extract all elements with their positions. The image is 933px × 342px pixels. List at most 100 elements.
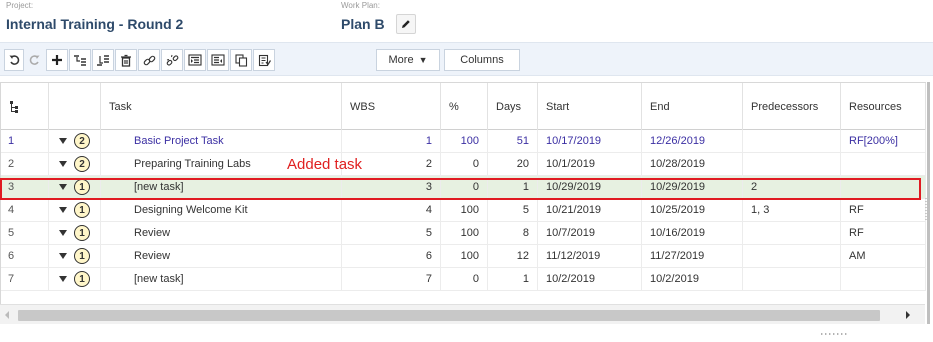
end-date-cell[interactable]: 10/16/2019	[642, 222, 743, 244]
percent-cell[interactable]: 0	[441, 268, 488, 290]
end-date-cell[interactable]: 10/2/2019	[642, 268, 743, 290]
percent-cell[interactable]: 100	[441, 222, 488, 244]
task-name-cell[interactable]: [new task]	[101, 268, 342, 290]
columns-label: Columns	[460, 54, 504, 66]
expand-arrow-icon[interactable]	[59, 138, 67, 144]
undo-icon	[9, 55, 20, 65]
hierarchy-header[interactable]	[1, 83, 49, 130]
predecessors-cell[interactable]	[743, 268, 841, 290]
percent-cell[interactable]: 100	[441, 199, 488, 221]
wbs-cell[interactable]: 7	[342, 268, 441, 290]
days-cell[interactable]: 20	[488, 153, 538, 175]
unlink-button[interactable]	[161, 49, 183, 71]
hierarchy-icon	[10, 100, 18, 113]
vertical-scrollbar[interactable]	[927, 82, 930, 324]
percent-cell[interactable]: 100	[441, 130, 488, 152]
table-row[interactable]: 4 4 100 5 10/21/2019 10/25/2019 1, 3 RF 1 Designi…	[1, 199, 926, 222]
task-name-cell[interactable]: Review	[101, 222, 342, 244]
days-cell[interactable]: 1	[488, 268, 538, 290]
start-date-cell[interactable]: 10/21/2019	[538, 199, 642, 221]
expand-arrow-icon[interactable]	[59, 253, 67, 259]
predecessors-cell[interactable]	[743, 130, 841, 152]
table-row[interactable]: 2 2 0 20 10/1/2019 10/28/2019 2 Preparing Train…	[1, 153, 926, 176]
resources-cell[interactable]: AM	[841, 245, 926, 267]
predecessors-cell[interactable]	[743, 153, 841, 175]
start-date-cell[interactable]: 10/1/2019	[538, 153, 642, 175]
column-header-percent[interactable]: %	[441, 83, 488, 130]
level-badge: 1	[74, 271, 90, 287]
redo-button[interactable]	[25, 49, 45, 71]
resize-handle-dots-icon[interactable]	[820, 332, 850, 336]
wbs-cell[interactable]: 4	[342, 199, 441, 221]
redo-icon	[29, 55, 40, 65]
table-row[interactable]: 6 6 100 12 11/12/2019 11/27/2019 AM 1 Review	[1, 245, 926, 268]
delete-button[interactable]	[115, 49, 137, 71]
expand-arrow-icon[interactable]	[59, 207, 67, 213]
level-badge: 2	[74, 156, 90, 172]
expand-cell: 1	[49, 199, 101, 221]
column-header-end[interactable]: End	[642, 83, 743, 130]
resources-cell[interactable]: RF	[841, 222, 926, 244]
predecessors-cell[interactable]: 1, 3	[743, 199, 841, 221]
expand-all-button[interactable]	[184, 49, 206, 71]
days-cell[interactable]: 8	[488, 222, 538, 244]
column-header-resources[interactable]: Resources	[841, 83, 926, 130]
percent-cell[interactable]: 0	[441, 153, 488, 175]
resources-cell[interactable]	[841, 268, 926, 290]
expand-arrow-icon[interactable]	[59, 230, 67, 236]
table-row[interactable]: 1 1 100 51 10/17/2019 12/26/2019 RF[200%] 2 Basi…	[1, 130, 926, 153]
column-header-wbs[interactable]: WBS	[342, 83, 441, 130]
copy-button[interactable]	[230, 49, 252, 71]
start-date-cell[interactable]: 10/2/2019	[538, 268, 642, 290]
task-name-cell[interactable]: Designing Welcome Kit	[101, 199, 342, 221]
task-name-cell[interactable]: Review	[101, 245, 342, 267]
days-cell[interactable]: 12	[488, 245, 538, 267]
resources-cell[interactable]: RF[200%]	[841, 130, 926, 152]
level-badge: 1	[74, 202, 90, 218]
horizontal-scrollbar[interactable]	[0, 304, 925, 324]
start-date-cell[interactable]: 10/7/2019	[538, 222, 642, 244]
expand-arrow-icon[interactable]	[59, 161, 67, 167]
column-header-start[interactable]: Start	[538, 83, 642, 130]
add-task-button[interactable]	[46, 49, 68, 71]
end-date-cell[interactable]: 10/25/2019	[642, 199, 743, 221]
wbs-cell[interactable]: 6	[342, 245, 441, 267]
scroll-left-icon[interactable]	[4, 310, 10, 320]
level-badge: 1	[74, 248, 90, 264]
start-date-cell[interactable]: 10/17/2019	[538, 130, 642, 152]
days-cell[interactable]: 51	[488, 130, 538, 152]
edit-plan-button[interactable]	[396, 14, 416, 34]
task-name-cell[interactable]: Basic Project Task	[101, 130, 342, 152]
days-cell[interactable]: 5	[488, 199, 538, 221]
predecessors-cell[interactable]	[743, 245, 841, 267]
column-header-days[interactable]: Days	[488, 83, 538, 130]
wbs-cell[interactable]: 5	[342, 222, 441, 244]
end-date-cell[interactable]: 10/28/2019	[642, 153, 743, 175]
table-row[interactable]: 5 5 100 8 10/7/2019 10/16/2019 RF 1 Review	[1, 222, 926, 245]
paste-icon	[258, 54, 271, 66]
link-button[interactable]	[138, 49, 160, 71]
percent-cell[interactable]: 100	[441, 245, 488, 267]
outdent-button[interactable]	[92, 49, 114, 71]
table-row[interactable]: 7 7 0 1 10/2/2019 10/2/2019 1 [new task]	[1, 268, 926, 291]
resources-cell[interactable]	[841, 153, 926, 175]
undo-button[interactable]	[4, 49, 24, 71]
columns-button[interactable]: Columns	[444, 49, 520, 71]
predecessors-cell[interactable]	[743, 222, 841, 244]
end-date-cell[interactable]: 12/26/2019	[642, 130, 743, 152]
indent-button[interactable]	[69, 49, 91, 71]
more-dropdown[interactable]: More ▼	[376, 49, 440, 71]
scroll-right-icon[interactable]	[905, 310, 911, 320]
paste-button[interactable]	[253, 49, 275, 71]
expand-icon	[188, 54, 202, 66]
column-header-predecessors[interactable]: Predecessors	[743, 83, 841, 130]
collapse-all-button[interactable]	[207, 49, 229, 71]
wbs-cell[interactable]: 1	[342, 130, 441, 152]
start-date-cell[interactable]: 11/12/2019	[538, 245, 642, 267]
end-date-cell[interactable]: 11/27/2019	[642, 245, 743, 267]
expand-arrow-icon[interactable]	[59, 276, 67, 282]
resources-cell[interactable]: RF	[841, 199, 926, 221]
workplan-label: Work Plan:	[341, 1, 380, 10]
scrollbar-thumb[interactable]	[18, 310, 880, 321]
column-header-task[interactable]: Task	[101, 83, 342, 130]
